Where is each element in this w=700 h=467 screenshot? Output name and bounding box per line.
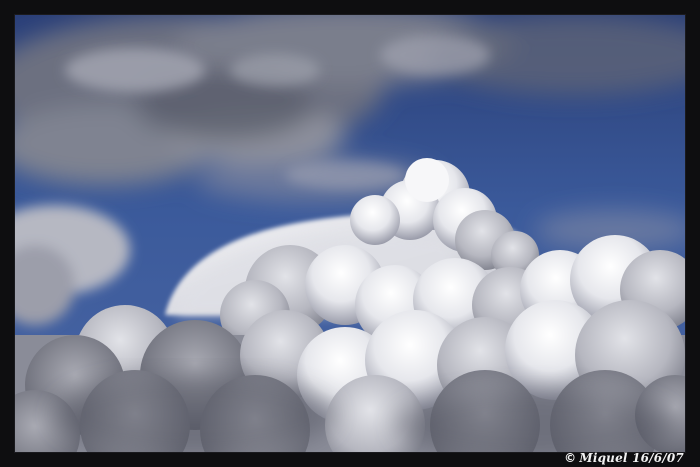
photo-frame: © Miquel 16/6/07: [0, 0, 700, 467]
cloud-scene: [15, 15, 685, 452]
copyright-symbol: ©: [564, 451, 577, 465]
credit-text: Miquel 16/6/07: [579, 451, 684, 465]
cloud-photograph: [15, 15, 685, 452]
photo-credit: © Miquel 16/6/07: [564, 450, 684, 466]
